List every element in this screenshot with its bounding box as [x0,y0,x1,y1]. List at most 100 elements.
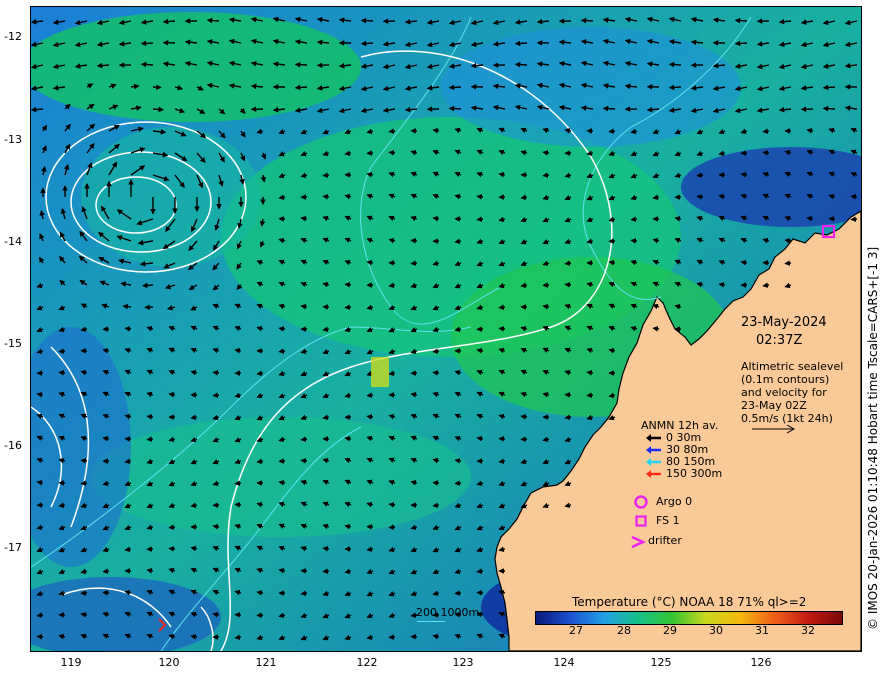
velocity-arrow [322,172,330,178]
velocity-arrow [234,502,242,508]
velocity-arrow [432,502,440,508]
velocity-arrow [668,61,682,68]
velocity-arrow [448,84,462,91]
velocity-arrow [432,370,440,376]
velocity-arrow [498,458,506,464]
velocity-arrow [256,612,264,618]
legend-arrow-icon [646,434,661,442]
drifter-chevron-icon [631,535,647,549]
velocity-arrow [668,84,682,91]
velocity-arrow [322,546,330,552]
map-time: 02:37Z [756,333,803,348]
velocity-arrow [278,348,286,354]
velocity-arrow [234,634,242,640]
velocity-arrow [146,436,154,442]
velocity-arrow [102,568,110,574]
velocity-arrow [696,194,704,200]
colorbar-tick: 30 [709,624,723,637]
colorbar-tick: 32 [801,624,815,637]
lon-tick: 122 [356,656,378,669]
velocity-arrow [652,326,660,332]
copyright-caption: © IMOS 20-Jan-2026 01:10:48 Hobart time … [866,246,880,630]
velocity-arrow [454,480,462,486]
velocity-arrow [498,326,506,332]
lat-tick: -14 [4,235,22,248]
velocity-arrow [80,480,88,486]
velocity-arrow [542,172,550,178]
legend-item-label: 150 300m [666,467,723,480]
velocity-arrow [388,150,396,156]
velocity-arrow [168,524,176,530]
lat-tick: -12 [4,30,22,43]
lon-tick: 125 [650,656,672,669]
lon-tick: 121 [255,656,277,669]
velocity-arrow [322,568,330,574]
anmn-legend-item: 0 30m [645,431,701,444]
velocity-arrow [432,348,440,354]
velocity-arrow [360,40,374,47]
velocity-arrow [141,282,154,289]
velocity-arrow [58,348,66,354]
velocity-arrow [784,238,792,244]
velocity-arrow [476,568,484,574]
velocity-arrow [388,524,396,530]
velocity-arrow [146,414,154,420]
velocity-arrow [206,17,220,24]
lon-tick: 124 [553,656,575,669]
velocity-arrow [630,238,638,244]
velocity-arrow [514,40,528,47]
velocity-arrow [542,150,550,156]
velocity-arrow [602,105,616,112]
velocity-arrow [762,150,770,156]
velocity-arrow [322,194,330,200]
velocity-arrow [850,216,858,222]
velocity-arrow [168,546,176,552]
marker-label-argo: Argo 0 [656,495,693,508]
colorbar-tick: 27 [569,624,583,637]
lat-tick: -16 [4,439,22,452]
velocity-arrow [784,260,792,266]
velocity-arrow [520,414,528,420]
warm-patch [371,357,389,387]
velocity-arrow [822,84,836,91]
map-date: 23-May-2024 [741,315,827,330]
velocity-arrow [498,304,506,310]
legend-arrow-icon [646,470,661,478]
velocity-arrow [608,128,616,134]
description-line: Altimetric sealevel [741,360,844,373]
velocity-arrow [564,282,572,288]
velocity-arrow [294,84,308,91]
lon-tick: 123 [452,656,474,669]
velocity-arrow [366,414,374,420]
velocity-arrow [58,370,66,376]
velocity-arrow [278,326,286,332]
velocity-arrow [586,370,594,376]
velocity-arrow [31,106,44,113]
velocity-arrow [234,480,242,486]
description-block: Altimetric sealevel (0.1m contours) and … [741,360,843,425]
velocity-arrow [256,590,264,596]
lon-tick: 120 [158,656,180,669]
isobath-swatch [417,621,445,622]
lat-tick: -17 [4,541,22,554]
fs-square-icon [635,515,647,527]
velocity-arrow [762,128,770,134]
velocity-arrow [630,216,638,222]
temperature-colorbar [535,611,843,625]
velocity-arrow [564,260,572,266]
description-line: and velocity for [741,386,827,399]
anmn-legend-item: 80 150m [645,455,715,468]
velocity-arrow [696,172,704,178]
velocity-arrow [162,18,176,25]
marker-label-fs: FS 1 [656,514,680,527]
velocity-arrow [140,40,154,47]
velocity-arrow [300,458,308,464]
velocity-arrow [124,326,132,332]
velocity-arrow [580,17,594,24]
velocity-arrow [344,282,352,288]
argo-circle-icon [634,495,648,509]
lon-tick: 119 [60,656,82,669]
velocity-arrow [212,370,220,376]
colorbar-tick: 28 [617,624,631,637]
scale-arrow-icon [752,424,796,434]
